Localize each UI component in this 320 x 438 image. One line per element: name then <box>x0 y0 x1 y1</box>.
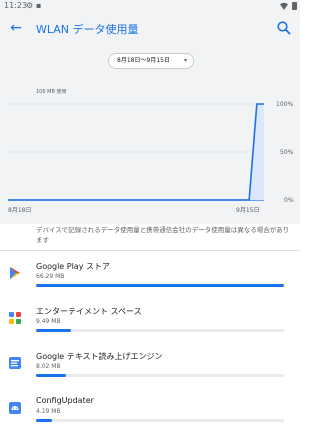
app-usage: 4.19 MB <box>36 408 61 415</box>
divider <box>0 250 300 251</box>
battery-status-icon <box>292 2 297 10</box>
usage-chart: 100% 50% 0% 8月18日 9月15日 <box>8 101 294 214</box>
cycle-selector[interactable]: 8月18日～9月15日 ▾ <box>108 53 194 69</box>
search-icon[interactable] <box>276 20 292 36</box>
app-usage-item[interactable]: Google テキスト読み上げエンジン 8.02 MB <box>0 345 300 390</box>
app-name: Google Play ストア <box>36 262 110 271</box>
usage-bar-fill <box>36 374 66 377</box>
usage-bar <box>36 374 284 377</box>
usage-bar-fill <box>36 329 71 332</box>
usage-bar <box>36 329 284 332</box>
usage-bar-fill <box>36 284 284 287</box>
arrow-back-icon[interactable]: ← <box>8 20 24 36</box>
status-bar: 11:23 ⚙ ▪ <box>0 0 300 12</box>
app-name: Google テキスト読み上げエンジン <box>36 352 163 361</box>
y-tick-label: 100% <box>276 101 293 108</box>
usage-bar-fill <box>36 419 53 422</box>
chart-gridlines <box>8 103 264 201</box>
app-usage-item[interactable]: エンターテイメント スペース 9.49 MB <box>0 300 300 345</box>
app-name: ConfigUpdater <box>36 396 94 405</box>
app-usage-item[interactable]: ConfigUpdater 4.19 MB <box>0 390 300 435</box>
notification-status-icon: ▪ <box>36 1 42 10</box>
google-tts-icon <box>9 357 21 369</box>
x-tick-label: 9月15日 <box>236 207 259 214</box>
entertainment-space-icon <box>9 312 21 324</box>
android-robot-icon <box>9 402 21 414</box>
usage-bar <box>36 419 284 422</box>
x-tick-label: 8月18日 <box>8 207 31 214</box>
y-tick-label: 0% <box>284 197 294 204</box>
app-usage-item[interactable]: Google Play ストア 66.29 MB <box>0 255 300 300</box>
y-tick-label: 50% <box>280 149 294 156</box>
page-title: WLAN データ使用量 <box>36 23 139 36</box>
cycle-selector-label: 8月18日～9月15日 <box>117 57 170 64</box>
app-bar: ← WLAN データ使用量 <box>0 12 300 44</box>
google-play-store-icon <box>10 267 20 279</box>
app-usage: 66.29 MB <box>36 273 65 280</box>
status-time: 11:23 <box>4 1 28 10</box>
usage-disclaimer: デバイスで記録されるデータ使用量と携帯通信会社のデータ使用量は異なる場合がありま… <box>36 226 290 244</box>
chart-usage-label: 106 MB 使用 <box>36 89 67 95</box>
wifi-status-icon <box>280 2 288 10</box>
chevron-down-icon: ▾ <box>183 57 187 64</box>
settings-status-icon: ⚙ <box>26 1 34 10</box>
usage-bar <box>36 284 284 287</box>
app-usage: 9.49 MB <box>36 318 61 325</box>
app-usage: 8.02 MB <box>36 363 61 370</box>
app-name: エンターテイメント スペース <box>36 307 142 316</box>
